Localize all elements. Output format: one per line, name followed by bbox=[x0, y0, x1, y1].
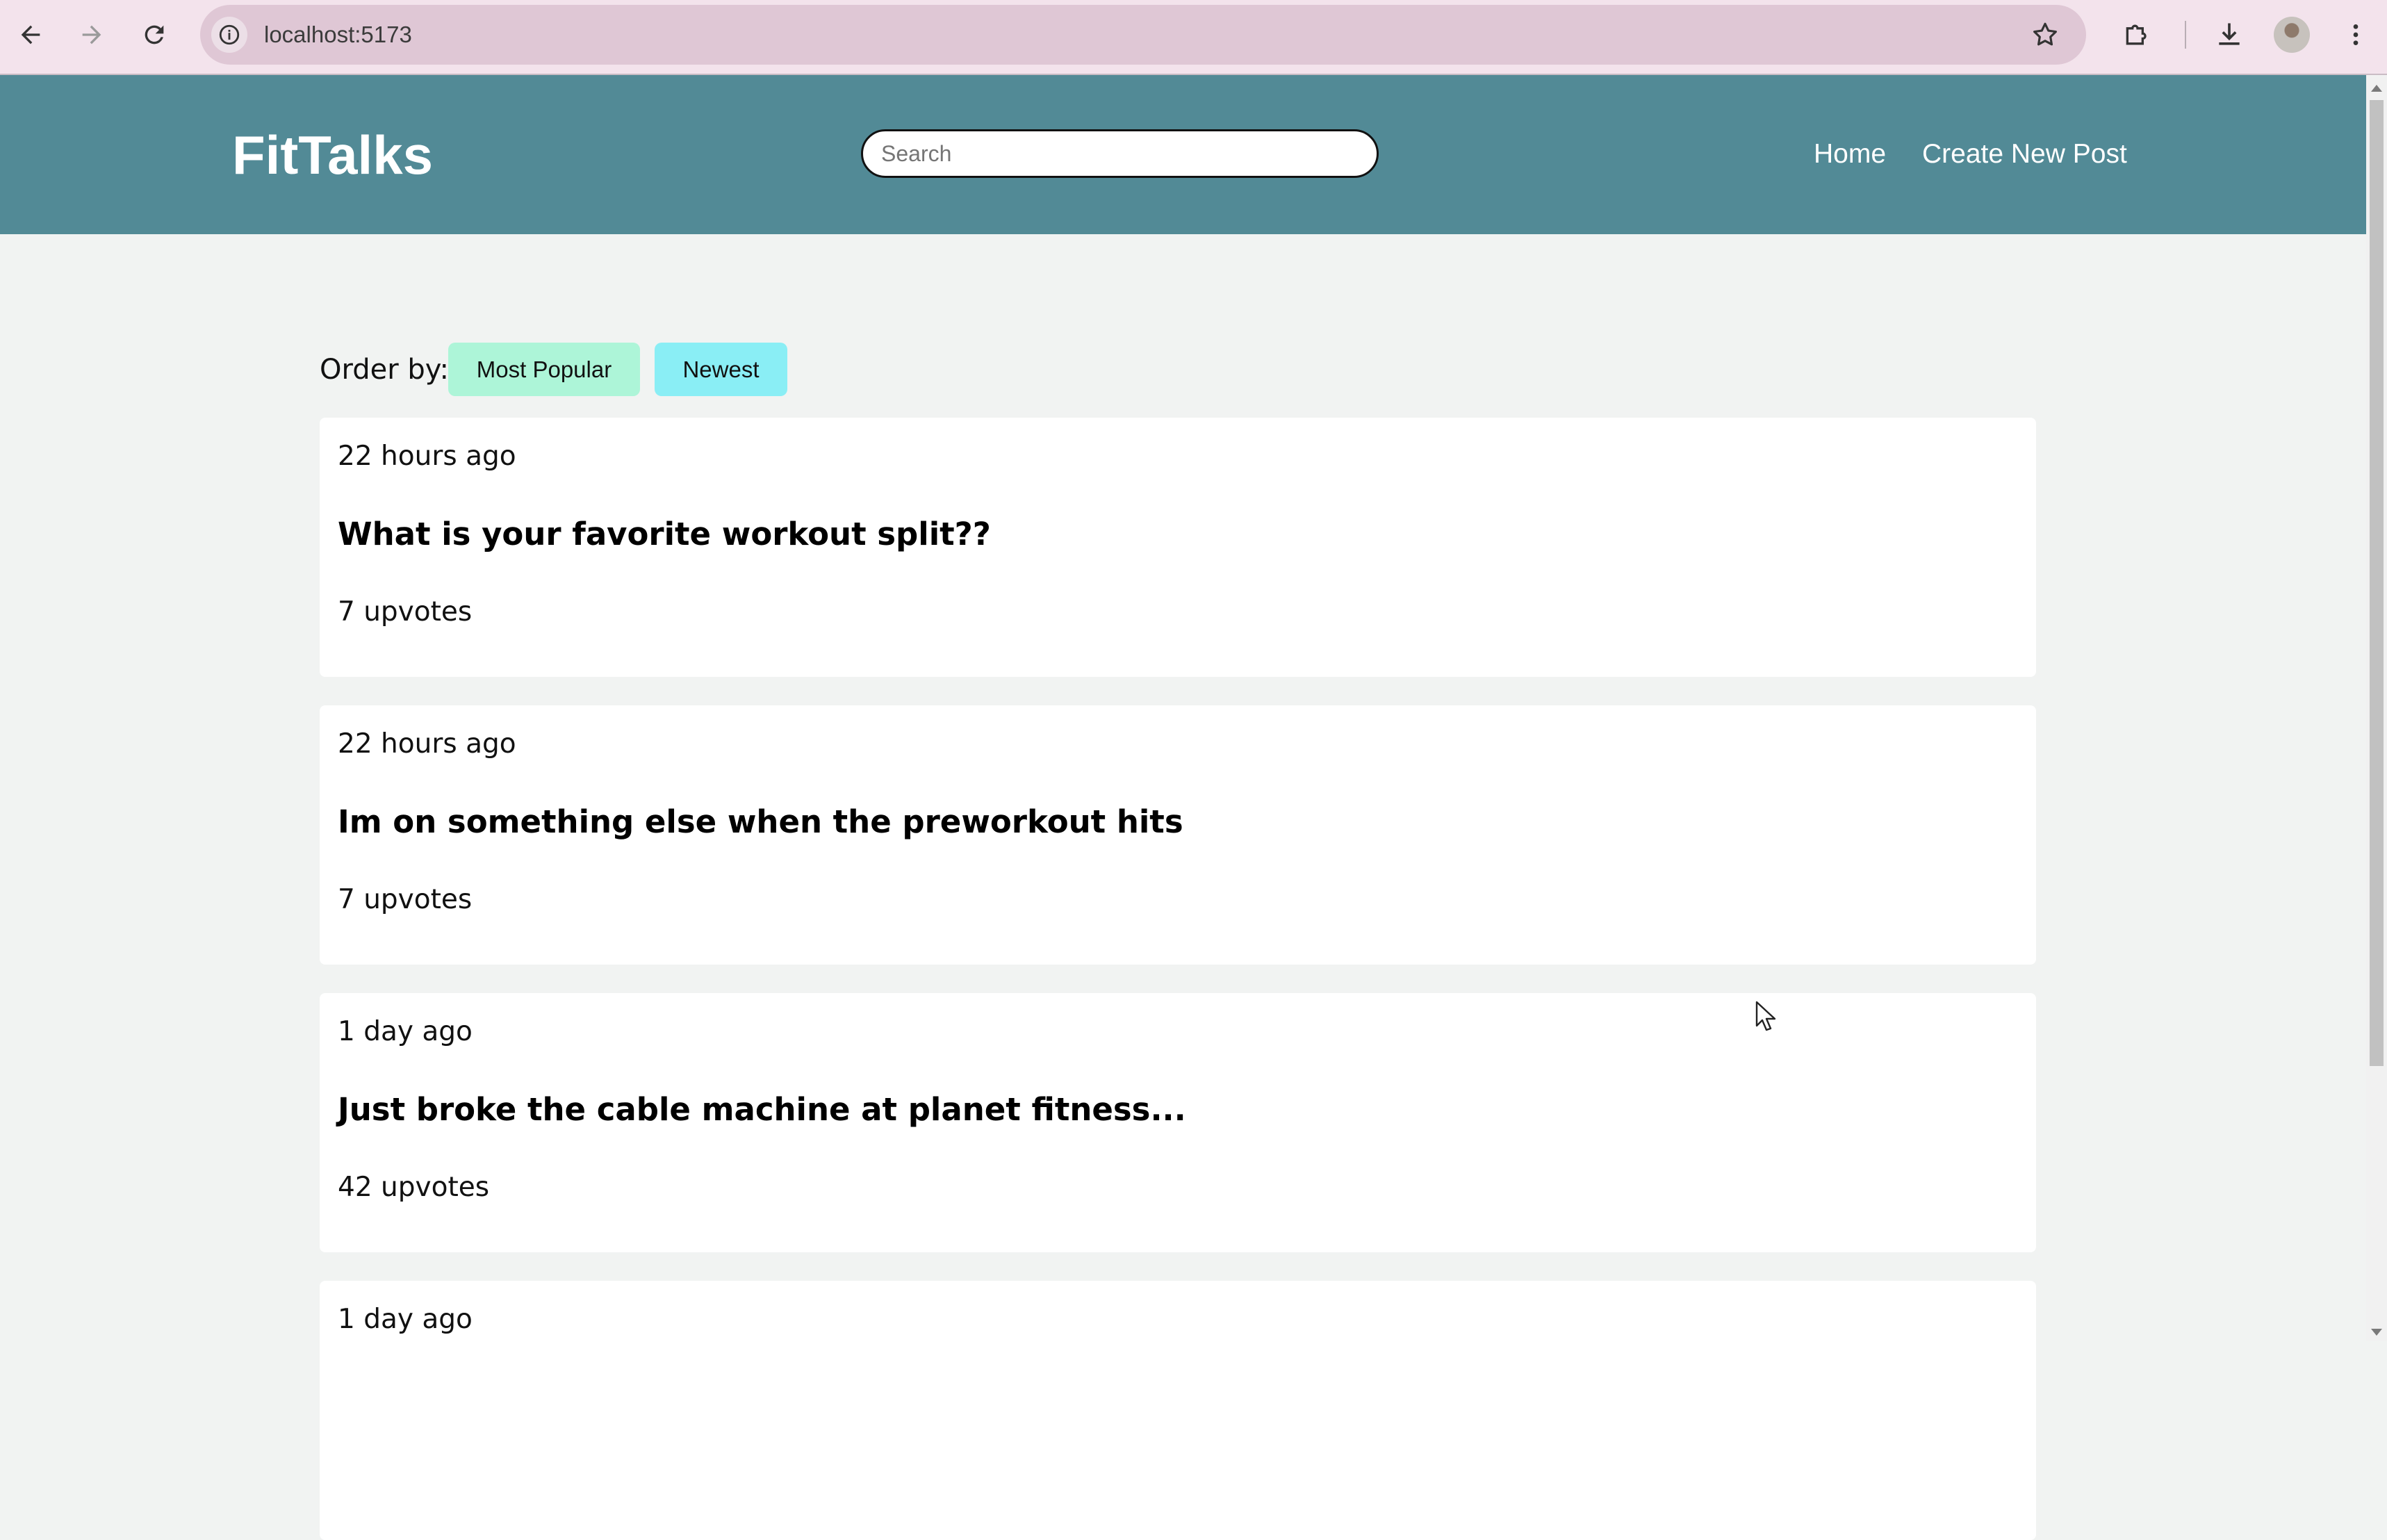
post-title[interactable]: Im on something else when the preworkout… bbox=[338, 803, 1183, 842]
post-time: 22 hours ago bbox=[338, 728, 516, 760]
post-card[interactable]: 22 hours ago What is your favorite worko… bbox=[320, 418, 2036, 677]
extensions-icon[interactable] bbox=[2115, 13, 2160, 57]
back-icon[interactable] bbox=[6, 10, 56, 60]
download-icon[interactable] bbox=[2207, 13, 2251, 57]
post-title[interactable]: Just broke the cable machine at planet f… bbox=[338, 1090, 1186, 1129]
toolbar-divider bbox=[2185, 21, 2186, 49]
more-menu-icon[interactable] bbox=[2333, 13, 2378, 57]
post-upvotes: 7 upvotes bbox=[338, 596, 473, 628]
post-time: 1 day ago bbox=[338, 1304, 473, 1335]
search-input[interactable] bbox=[861, 129, 1379, 178]
scroll-down-arrow-icon[interactable] bbox=[2371, 1329, 2382, 1336]
profile-avatar[interactable] bbox=[2274, 17, 2310, 53]
mouse-cursor-icon bbox=[1755, 1001, 1776, 1034]
post-time: 22 hours ago bbox=[338, 441, 516, 472]
post-card[interactable]: 22 hours ago Im on something else when t… bbox=[320, 705, 2036, 965]
order-by-label: Order by: bbox=[320, 354, 450, 386]
page-scrollbar[interactable] bbox=[2366, 75, 2387, 1341]
post-title[interactable]: What is your favorite workout split?? bbox=[338, 515, 991, 554]
scrollbar-thumb[interactable] bbox=[2370, 100, 2384, 1066]
forward-icon[interactable] bbox=[67, 10, 117, 60]
order-newest-button[interactable]: Newest bbox=[655, 343, 787, 396]
address-bar[interactable]: localhost:5173 bbox=[200, 5, 2086, 65]
site-logo[interactable]: FitTalks bbox=[232, 126, 433, 183]
post-time: 1 day ago bbox=[338, 1016, 473, 1047]
app-header: FitTalks Home Create New Post bbox=[0, 75, 2366, 234]
browser-toolbar: localhost:5173 bbox=[0, 0, 2387, 75]
post-upvotes: 42 upvotes bbox=[338, 1172, 490, 1203]
nav-home-link[interactable]: Home bbox=[1814, 140, 1886, 168]
post-card[interactable]: 1 day ago Just broke the cable machine a… bbox=[320, 993, 2036, 1252]
nav-create-post-link[interactable]: Create New Post bbox=[1922, 140, 2127, 168]
order-most-popular-button[interactable]: Most Popular bbox=[448, 343, 640, 396]
site-info-icon[interactable] bbox=[211, 17, 247, 53]
post-card[interactable]: 1 day ago bbox=[320, 1281, 2036, 1540]
url-text: localhost:5173 bbox=[264, 22, 412, 47]
reload-icon[interactable] bbox=[129, 10, 179, 60]
bookmark-star-icon[interactable] bbox=[2028, 17, 2062, 52]
scroll-up-arrow-icon[interactable] bbox=[2371, 85, 2382, 92]
post-upvotes: 7 upvotes bbox=[338, 884, 473, 915]
